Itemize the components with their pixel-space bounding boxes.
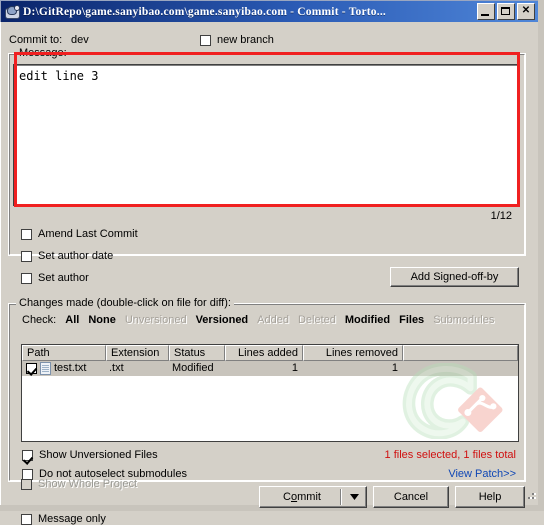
commit-message-text: edit line 3 xyxy=(19,69,99,83)
window-controls: ✕ xyxy=(477,3,535,20)
set-author-date-row[interactable]: Set author date xyxy=(21,250,113,262)
column-header-status[interactable]: Status xyxy=(169,345,225,361)
changes-made-group-title: Changes made (double-click on file for d… xyxy=(16,297,234,309)
commit-message-input[interactable]: edit line 3 xyxy=(13,64,520,206)
close-icon: ✕ xyxy=(521,5,531,16)
column-header-path[interactable]: Path xyxy=(22,345,106,361)
check-label: Check: xyxy=(22,314,57,326)
check-link-unversioned: Unversioned xyxy=(124,314,187,326)
check-link-deleted: Deleted xyxy=(297,314,336,326)
set-author-checkbox[interactable] xyxy=(21,272,32,284)
commit-to-label: Commit to: xyxy=(9,34,63,46)
cell-path: test.txt xyxy=(54,362,87,374)
changed-files-list[interactable]: Path Extension Status Lines added Lines … xyxy=(21,344,519,442)
new-branch-label: new branch xyxy=(217,34,274,46)
text-file-icon xyxy=(40,362,51,375)
resize-grip[interactable] xyxy=(524,491,536,503)
commit-dialog-window: D:\GitRepo\game.sanyibao.com\game.sanyib… xyxy=(0,0,544,525)
cell-extension: .txt xyxy=(109,362,124,374)
message-group-title: Message: xyxy=(16,47,70,59)
check-link-versioned[interactable]: Versioned xyxy=(196,314,249,326)
row-checkbox[interactable] xyxy=(26,363,37,374)
message-only-row[interactable]: Message only xyxy=(21,513,106,525)
check-link-files[interactable]: Files xyxy=(399,314,424,326)
column-header-lines-added[interactable]: Lines added xyxy=(225,345,303,361)
list-header-row: Path Extension Status Lines added Lines … xyxy=(22,345,518,361)
commit-dropdown-arrow-icon[interactable] xyxy=(342,494,366,500)
set-author-label: Set author xyxy=(38,272,89,284)
amend-last-commit-label: Amend Last Commit xyxy=(38,228,138,240)
view-patch-link[interactable]: View Patch>> xyxy=(448,468,516,480)
cell-lines-removed: 1 xyxy=(391,362,398,374)
column-header-extension[interactable]: Extension xyxy=(106,345,169,361)
show-unversioned-files-label: Show Unversioned Files xyxy=(39,449,158,461)
amend-last-commit-row[interactable]: Amend Last Commit xyxy=(21,228,138,240)
dialog-client-area: Commit to: dev new branch Message: edit … xyxy=(0,22,538,525)
show-unversioned-files-row[interactable]: Show Unversioned Files xyxy=(22,449,158,461)
show-unversioned-files-checkbox[interactable] xyxy=(22,449,33,461)
commit-button[interactable]: Commit xyxy=(259,486,367,508)
amend-last-commit-checkbox[interactable] xyxy=(21,228,32,240)
title-bar: D:\GitRepo\game.sanyibao.com\game.sanyib… xyxy=(0,0,538,22)
commit-to-branch-value[interactable]: dev xyxy=(71,34,89,46)
cancel-button[interactable]: Cancel xyxy=(373,486,449,508)
check-filter-row: Check: All None Unversioned Versioned Ad… xyxy=(22,314,522,326)
message-counter: 1/12 xyxy=(490,210,512,222)
new-branch-checkbox[interactable] xyxy=(200,34,211,46)
add-signed-off-by-button[interactable]: Add Signed-off-by xyxy=(390,267,519,287)
message-only-checkbox[interactable] xyxy=(21,513,32,525)
commit-to-row: Commit to: dev xyxy=(9,34,89,46)
check-link-all[interactable]: All xyxy=(65,314,79,326)
show-whole-project-row: Show Whole Project xyxy=(21,478,137,490)
check-link-modified[interactable]: Modified xyxy=(345,314,390,326)
tortoisegit-icon xyxy=(4,4,20,20)
minimize-button[interactable] xyxy=(477,3,495,20)
set-author-date-label: Set author date xyxy=(38,250,114,262)
commit-button-label: Commit xyxy=(283,491,321,503)
message-only-label: Message only xyxy=(38,513,106,525)
window-title: D:\GitRepo\game.sanyibao.com\game.sanyib… xyxy=(23,5,386,18)
show-whole-project-label: Show Whole Project xyxy=(38,478,138,490)
table-row[interactable]: test.txt .txt Modified 1 1 xyxy=(22,361,518,376)
cell-lines-added: 1 xyxy=(291,362,298,374)
check-link-none[interactable]: None xyxy=(88,314,116,326)
set-author-row[interactable]: Set author xyxy=(21,272,89,284)
check-link-submodules: Submodules xyxy=(433,314,495,326)
maximize-button[interactable] xyxy=(497,3,515,20)
check-link-added: Added xyxy=(257,314,289,326)
cell-status: Modified xyxy=(172,362,214,374)
set-author-date-checkbox[interactable] xyxy=(21,250,32,262)
column-header-lines-removed[interactable]: Lines removed xyxy=(303,345,403,361)
files-selected-status: 1 files selected, 1 files total xyxy=(384,449,516,461)
column-header-spacer[interactable] xyxy=(403,345,518,361)
close-button[interactable]: ✕ xyxy=(517,3,535,20)
show-whole-project-checkbox xyxy=(21,478,32,490)
new-branch-checkbox-row[interactable]: new branch xyxy=(200,34,274,46)
help-button[interactable]: Help xyxy=(455,486,525,508)
